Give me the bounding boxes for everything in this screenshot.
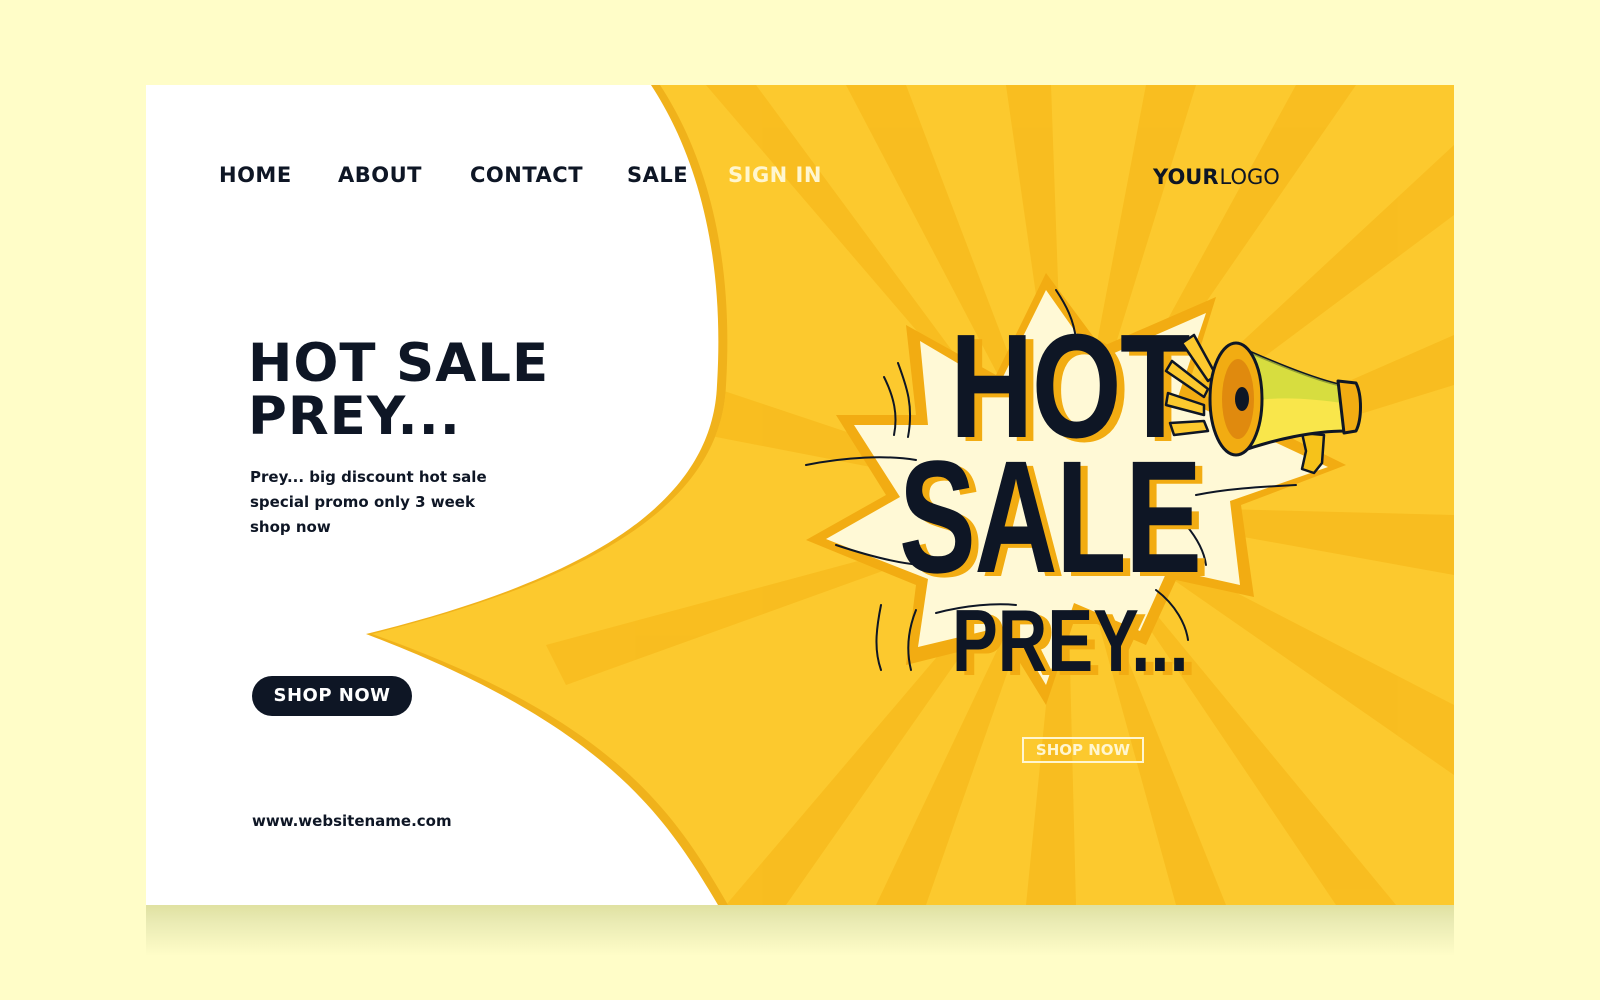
logo-bold-text: YOUR	[1153, 165, 1219, 189]
nav-contact[interactable]: CONTACT	[470, 163, 583, 187]
hero-title-line-1: HOT SALE	[248, 333, 550, 394]
hero-desc-line-2: special promo only 3 week	[250, 493, 475, 511]
logo-light-text: LOGO	[1219, 165, 1280, 189]
hero-desc-line-3: shop now	[250, 518, 331, 536]
hero-title: HOT SALE PREY...	[248, 337, 549, 443]
shop-now-button[interactable]: SHOP NOW	[252, 676, 412, 716]
landing-page: HOME ABOUT CONTACT SALE SIGN IN YOURLOGO…	[146, 85, 1454, 905]
page-shadow	[146, 900, 1454, 956]
hero-description: Prey... big discount hot sale special pr…	[250, 465, 510, 540]
nav-sale[interactable]: SALE	[627, 163, 688, 187]
website-url[interactable]: www.websitename.com	[252, 812, 452, 830]
hero-title-line-2: PREY...	[248, 386, 461, 447]
megaphone-icon	[1164, 333, 1362, 475]
site-logo[interactable]: YOURLOGO	[1153, 165, 1280, 189]
nav-sign-in[interactable]: SIGN IN	[728, 163, 822, 187]
nav-home[interactable]: HOME	[219, 163, 292, 187]
hero-desc-line-1: Prey... big discount hot sale	[250, 468, 487, 486]
shop-now-outline-button[interactable]: SHOP NOW	[1022, 737, 1144, 763]
nav-about[interactable]: ABOUT	[338, 163, 422, 187]
